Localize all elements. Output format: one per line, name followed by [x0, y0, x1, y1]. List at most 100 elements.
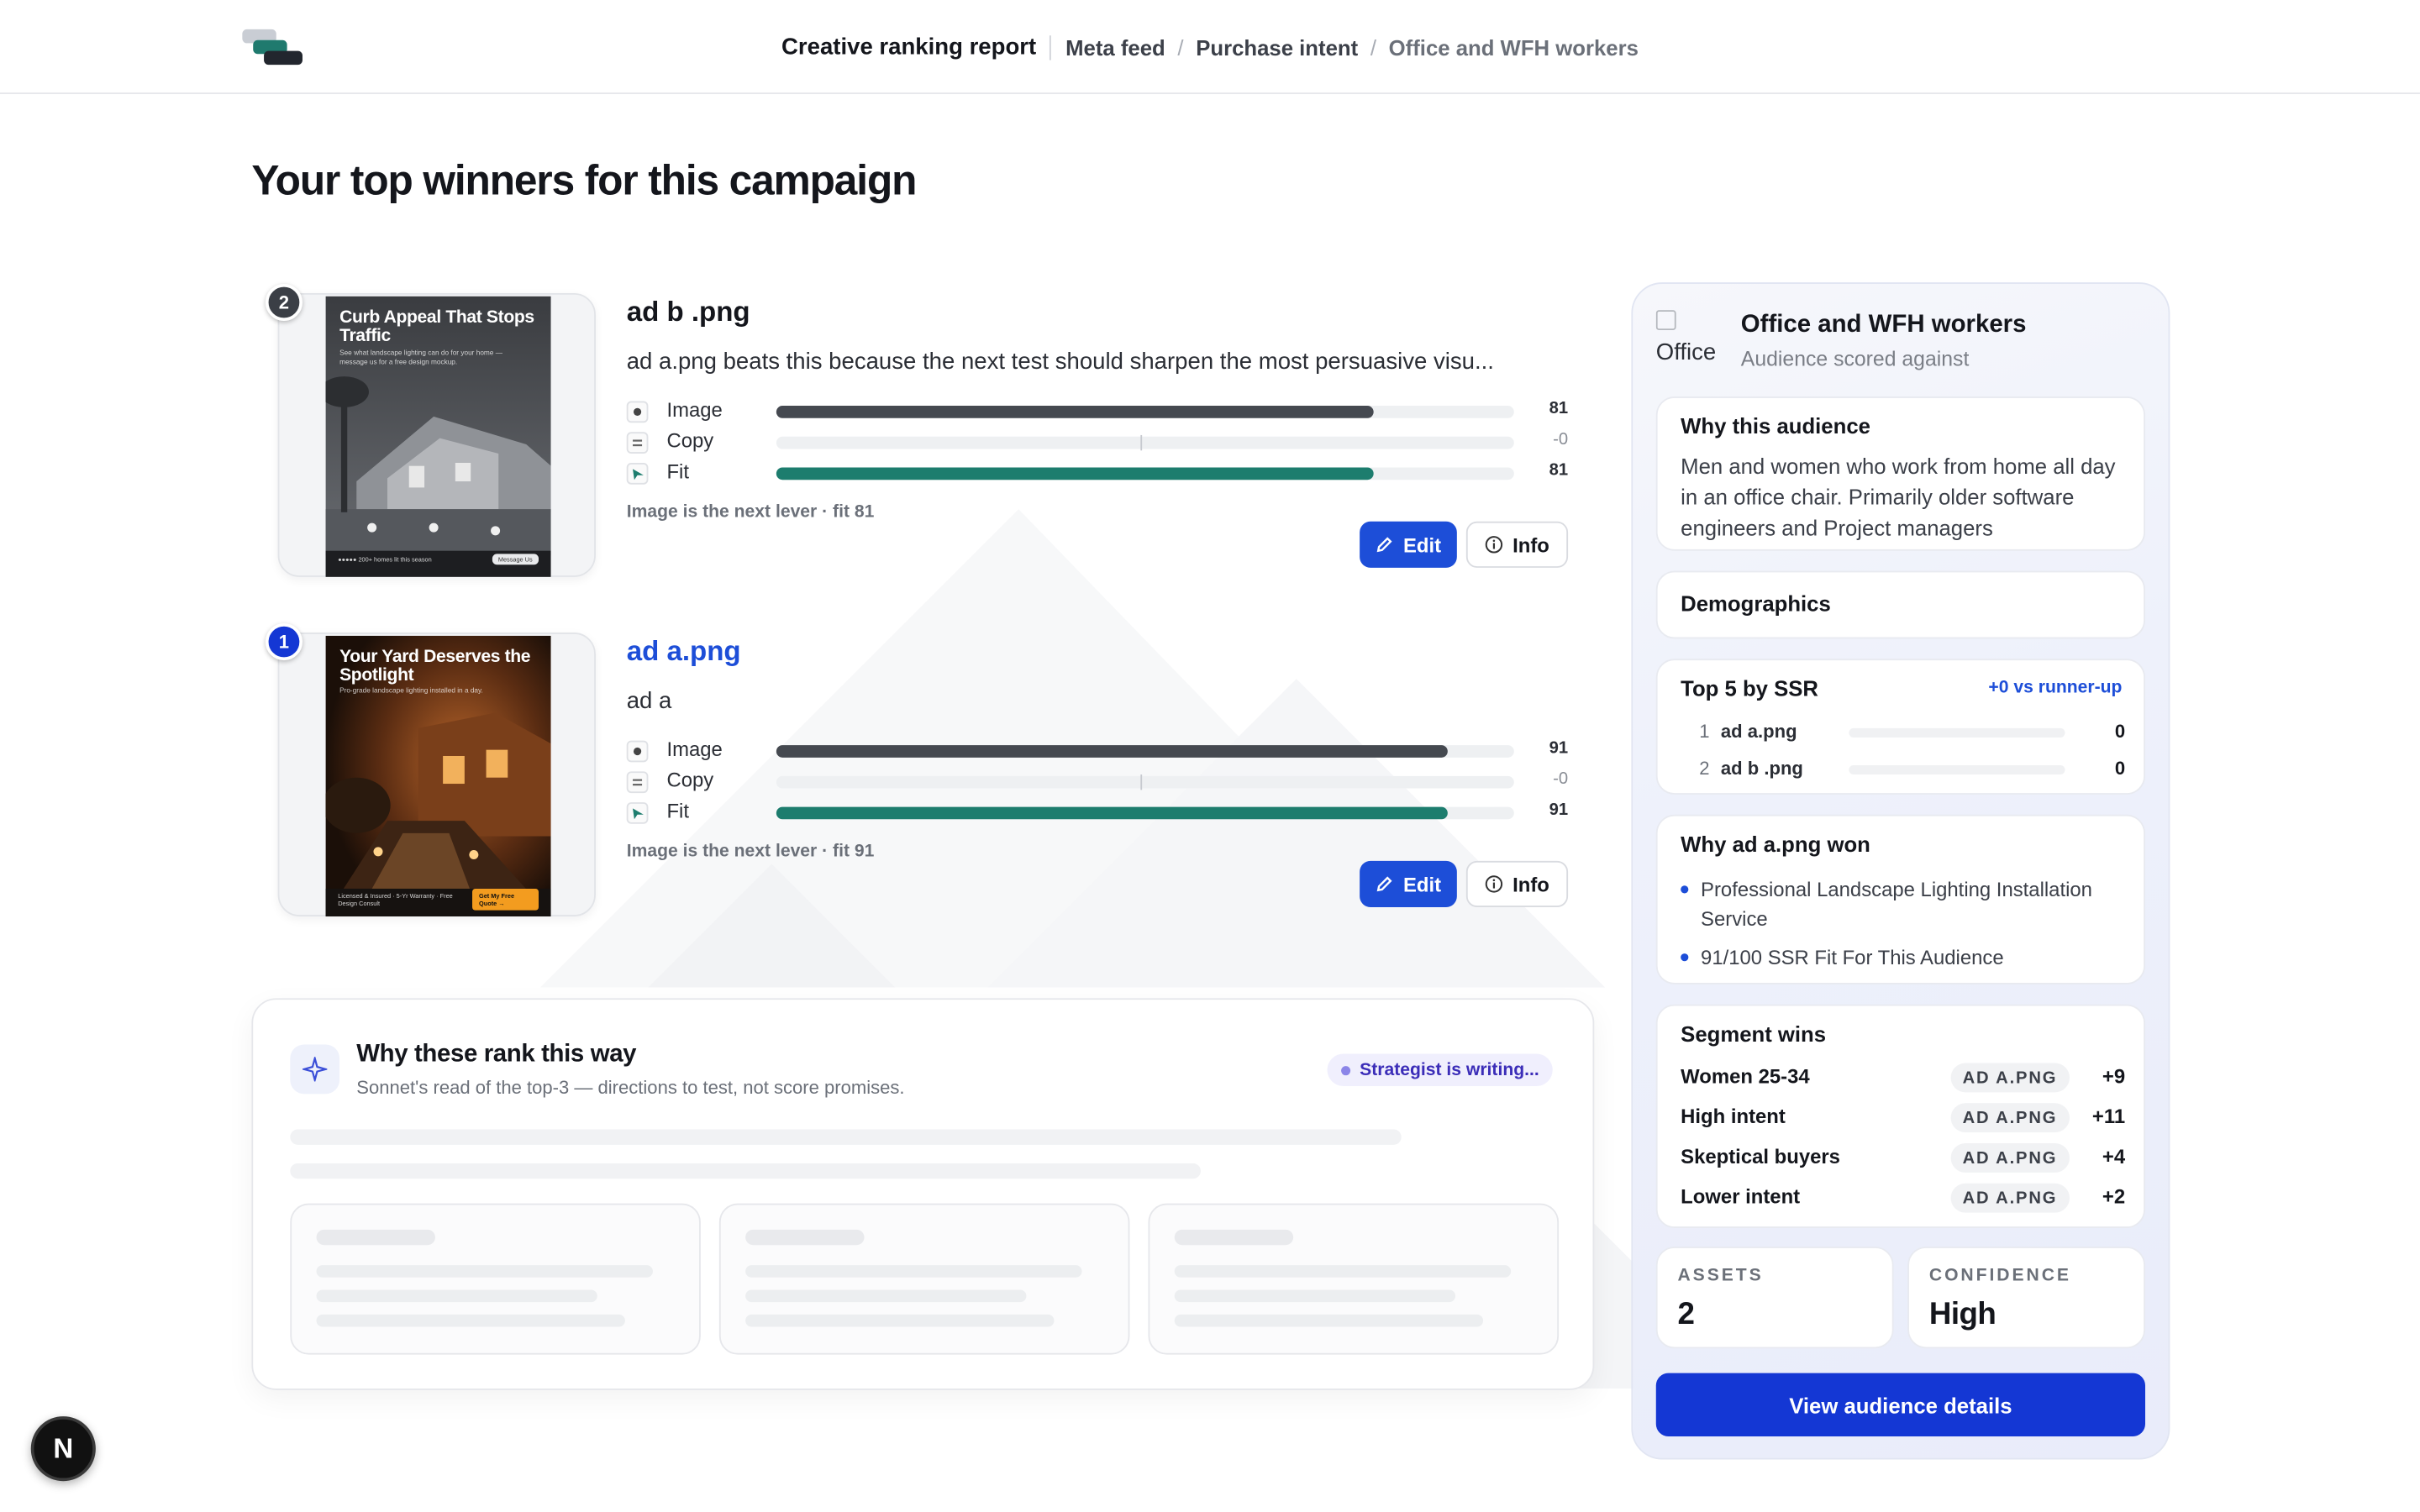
- dev-tools-badge[interactable]: N: [30, 1416, 96, 1482]
- segment-label: Lower intent: [1681, 1184, 1801, 1209]
- demographics-title: Demographics: [1681, 591, 1831, 616]
- page-root: Creative ranking report Meta feed / Purc…: [0, 0, 2420, 1512]
- metric-fill: [776, 406, 1374, 418]
- lever-note: Image is the next lever · fit 81: [626, 502, 875, 522]
- ad-description: ad a: [626, 688, 672, 715]
- segment-wins-title: Segment wins: [1681, 1021, 1827, 1047]
- metric-value: 81: [1549, 399, 1569, 418]
- segment-row: Lower intent AD A.PNG +2: [1681, 1183, 2125, 1215]
- view-audience-details-button[interactable]: View audience details: [1655, 1373, 2146, 1436]
- metric-value: -0: [1553, 769, 1569, 789]
- metric-label: Copy: [666, 768, 714, 792]
- top5-track: [1849, 765, 2065, 775]
- metric-value: -0: [1553, 430, 1569, 449]
- metric-fill: [776, 745, 1448, 758]
- metric-track: [776, 745, 1514, 758]
- image-metric-icon: [626, 740, 649, 763]
- info-label: Info: [1512, 872, 1549, 896]
- ad-a-subtext: Pro-grade landscape lighting installed i…: [339, 686, 483, 695]
- segment-winner-pill: AD A.PNG: [1949, 1063, 2070, 1093]
- top5-row: 1 ad a.png 0: [1699, 721, 2125, 745]
- breadcrumb-meta-feed[interactable]: Meta feed: [1065, 34, 1165, 59]
- copy-metric-icon: [626, 432, 649, 454]
- ad-name: ad b .png: [626, 296, 750, 328]
- pencil-icon: [1377, 537, 1392, 553]
- edit-button[interactable]: Edit: [1360, 521, 1457, 568]
- segment-value: +4: [2102, 1144, 2126, 1168]
- assets-value: 2: [1677, 1297, 1695, 1332]
- metric-value: 91: [1549, 801, 1569, 820]
- audience-panel: Office Office and WFH workers Audience s…: [1631, 282, 2170, 1460]
- won-bullet: Professional Landscape Lighting Installa…: [1681, 874, 2131, 933]
- metric-fill: [776, 467, 1374, 480]
- segment-wins-card: Segment wins Women 25-34 AD A.PNG +9 Hig…: [1655, 1004, 2146, 1229]
- ad-b-image: Curb Appeal That Stops Traffic See what …: [325, 296, 551, 577]
- top5-delta: +0 vs runner-up: [1988, 679, 2123, 698]
- audience-subtitle: Audience scored against: [1740, 347, 1970, 370]
- edit-label: Edit: [1402, 872, 1442, 896]
- fit-metric-icon: [626, 463, 649, 485]
- status-dot-icon: [1341, 1065, 1351, 1075]
- why-audience-text: Men and women who work from home all day…: [1681, 453, 2116, 540]
- top5-name: ad b .png: [1720, 757, 1803, 780]
- why-rank-card: Why these rank this way Sonnet's read of…: [251, 998, 1595, 1390]
- ad-thumbnail[interactable]: Your Yard Deserves the Spotlight Pro-gra…: [277, 633, 596, 916]
- audience-name: Office and WFH workers: [1740, 312, 2027, 339]
- ad-a-cta: Get My Free Quote →: [472, 888, 539, 910]
- info-icon: [1485, 536, 1503, 554]
- breadcrumb-separator: /: [1370, 34, 1376, 60]
- segment-winner-pill: AD A.PNG: [1949, 1183, 2070, 1213]
- segment-winner-pill: AD A.PNG: [1949, 1103, 2070, 1133]
- demographics-card[interactable]: Demographics: [1655, 570, 2146, 639]
- ad-name-link[interactable]: ad a.png: [627, 636, 741, 669]
- info-button[interactable]: Info: [1465, 860, 1569, 907]
- metric-row-copy: Copy -0: [626, 768, 1569, 796]
- edit-button[interactable]: Edit: [1360, 860, 1457, 907]
- metric-track: [776, 806, 1514, 820]
- skeleton-line: [290, 1163, 1201, 1179]
- breadcrumb-purchase-intent[interactable]: Purchase intent: [1196, 34, 1358, 59]
- segment-label: Women 25-34: [1681, 1064, 1810, 1088]
- segment-row: High intent AD A.PNG +11: [1681, 1103, 2125, 1134]
- why-title: Why these rank this way: [356, 1041, 637, 1068]
- fit-metric-icon: [626, 802, 649, 824]
- ad-thumbnail[interactable]: Curb Appeal That Stops Traffic See what …: [277, 292, 596, 577]
- ad-b-footer: ●●●●● 200+ homes lit this season Message…: [338, 551, 539, 568]
- top5-card: Top 5 by SSR +0 vs runner-up 1 ad a.png …: [1655, 659, 2146, 795]
- top5-title: Top 5 by SSR: [1681, 675, 1819, 701]
- metric-tick: [1140, 434, 1143, 451]
- info-button[interactable]: Info: [1465, 521, 1569, 568]
- metric-track: [776, 774, 1514, 790]
- top5-rank: 1: [1699, 720, 1710, 743]
- skeleton-card: [718, 1203, 1130, 1355]
- confidence-value: High: [1928, 1297, 1996, 1332]
- ad-b-subtext: See what landscape lighting can do for y…: [339, 349, 502, 366]
- metric-row-copy: Copy -0: [626, 429, 1569, 457]
- top5-name: ad a.png: [1720, 720, 1797, 743]
- metric-row-fit: Fit 91: [626, 799, 1569, 827]
- won-bullet: 91/100 SSR Fit For This Audience: [1681, 942, 2131, 972]
- metric-label: Fit: [666, 459, 690, 483]
- ad-b-footer-text: ●●●●● 200+ homes lit this season: [338, 555, 432, 564]
- ad-description: ad a.png beats this because the next tes…: [626, 349, 1494, 375]
- ad-card-b: 2 Curb Appeal That Stops Traffic See wha…: [265, 283, 1577, 592]
- breadcrumb-divider: [1050, 34, 1052, 60]
- broken-image-icon: [1655, 310, 1676, 331]
- top-header: Creative ranking report Meta feed / Purc…: [0, 0, 2420, 95]
- metric-tick: [1140, 774, 1143, 790]
- sparkle-icon: [290, 1044, 340, 1095]
- top5-value: 0: [2114, 720, 2126, 743]
- breadcrumb-current: Office and WFH workers: [1388, 34, 1639, 60]
- ad-a-image: Your Yard Deserves the Spotlight Pro-gra…: [325, 635, 551, 916]
- page-title: Your top winners for this campaign: [251, 157, 917, 204]
- metric-track: [776, 467, 1514, 480]
- skeleton-line: [290, 1129, 1402, 1145]
- segment-label: High intent: [1681, 1105, 1786, 1128]
- audience-image-alt: Office: [1655, 339, 1717, 366]
- metric-label: Image: [666, 737, 723, 761]
- metric-row-image: Image 91: [626, 737, 1568, 765]
- metric-fill: [776, 806, 1448, 820]
- pencil-icon: [1377, 876, 1392, 892]
- metric-label: Image: [666, 397, 723, 422]
- top5-value: 0: [2114, 757, 2126, 780]
